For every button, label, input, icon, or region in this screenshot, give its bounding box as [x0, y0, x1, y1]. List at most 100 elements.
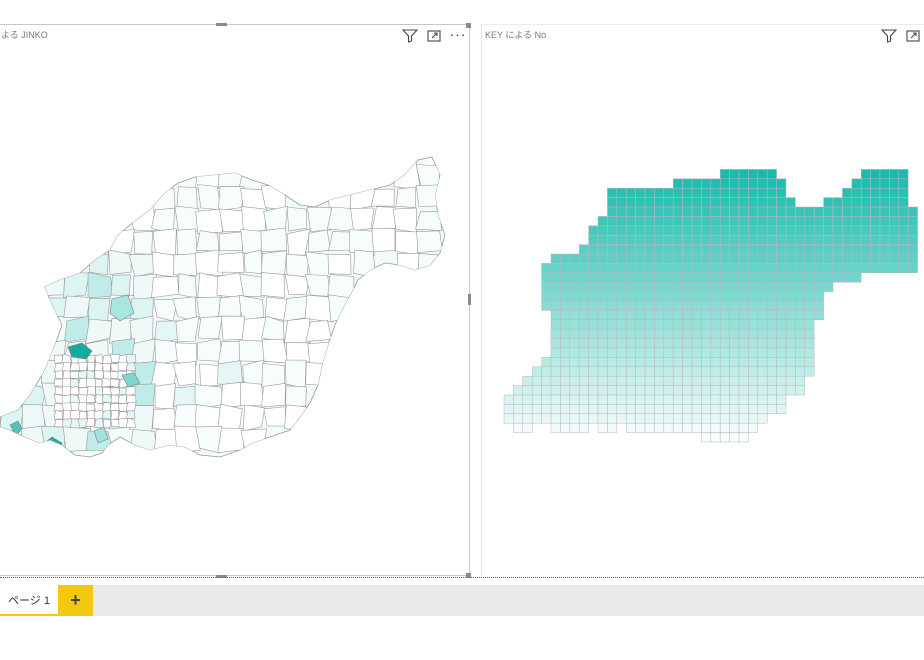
- mesh-cell: [691, 413, 702, 424]
- mesh-cell: [644, 366, 655, 377]
- mesh-cell: [719, 253, 730, 264]
- mesh-cell: [569, 422, 580, 433]
- mesh-cell: [729, 263, 740, 274]
- mesh-cell: [588, 366, 599, 377]
- mesh-cell: [851, 225, 862, 236]
- mesh-cell: [748, 244, 759, 255]
- mesh-cell: [588, 404, 599, 415]
- mesh-cell: [710, 328, 721, 339]
- mesh-cell: [616, 263, 627, 274]
- mesh-cell: [738, 291, 749, 302]
- mesh-cell: [663, 404, 674, 415]
- mesh-cell: [719, 375, 730, 386]
- mesh-cell: [701, 310, 712, 321]
- mesh-cell: [644, 375, 655, 386]
- mesh-cell: [682, 366, 693, 377]
- mesh-cell: [757, 404, 768, 415]
- mesh-cell: [682, 244, 693, 255]
- mesh-cell: [832, 197, 843, 208]
- mesh-cell: [541, 357, 552, 368]
- mesh-cell: [719, 206, 730, 217]
- mesh-cell: [907, 263, 918, 274]
- mesh-cell: [889, 187, 900, 198]
- add-page-button[interactable]: +: [58, 585, 93, 616]
- mesh-cell: [785, 281, 796, 292]
- mesh-cell: [860, 234, 871, 245]
- mesh-cell: [823, 225, 834, 236]
- mesh-cell: [550, 394, 561, 405]
- mesh-cell: [710, 234, 721, 245]
- mesh-cell: [682, 422, 693, 433]
- filled-map-visual[interactable]: よる JINKO ···: [0, 24, 470, 576]
- mesh-cell: [635, 272, 646, 283]
- mesh-cell: [635, 347, 646, 358]
- mesh-cell: [654, 187, 665, 198]
- mesh-cell: [691, 225, 702, 236]
- mesh-cell: [898, 253, 909, 264]
- page-tab-1[interactable]: ページ 1: [0, 585, 58, 616]
- mesh-cell: [719, 225, 730, 236]
- municipality-shape: [217, 427, 245, 454]
- municipality-shape: [21, 404, 46, 430]
- mesh-cell: [832, 272, 843, 283]
- mesh-cell: [560, 404, 571, 415]
- resize-handle-top[interactable]: [216, 23, 227, 26]
- mesh-cell: [672, 291, 683, 302]
- mesh-cell: [578, 413, 589, 424]
- mesh-cell: [795, 216, 806, 227]
- mesh-cell: [804, 300, 815, 311]
- mesh-cell: [804, 206, 815, 217]
- mesh-cell: [588, 319, 599, 330]
- mesh-cell: [785, 319, 796, 330]
- mesh-cell: [569, 404, 580, 415]
- mesh-cell: [616, 338, 627, 349]
- mesh-cell: [785, 253, 796, 264]
- mesh-cell: [832, 216, 843, 227]
- resize-handle-right[interactable]: [468, 294, 471, 305]
- mesh-cell: [719, 385, 730, 396]
- mesh-cell: [719, 328, 730, 339]
- municipality-shape: [110, 378, 120, 388]
- mesh-cell: [738, 413, 749, 424]
- municipality-shape: [109, 387, 121, 397]
- mesh-cell: [607, 413, 618, 424]
- mesh-cell: [578, 281, 589, 292]
- mesh-cell: [569, 328, 580, 339]
- municipality-shape: [353, 249, 377, 279]
- municipality-shape: [307, 341, 331, 365]
- mesh-cell: [738, 338, 749, 349]
- mesh-cell: [823, 263, 834, 274]
- mesh-cell: [672, 197, 683, 208]
- mesh-cell: [748, 178, 759, 189]
- mesh-cell: [701, 357, 712, 368]
- municipality-shape: [126, 418, 136, 428]
- mesh-cell: [842, 206, 853, 217]
- municipality-shape: [78, 361, 89, 371]
- mesh-cell: [607, 263, 618, 274]
- mesh-cell: [691, 244, 702, 255]
- municipality-shape: [152, 407, 179, 432]
- mesh-cell: [729, 375, 740, 386]
- mesh-cell: [541, 263, 552, 274]
- mesh-cell: [701, 404, 712, 415]
- grid-map-visual[interactable]: KEY による No: [481, 24, 924, 576]
- mesh-cell: [654, 385, 665, 396]
- mesh-cell: [757, 375, 768, 386]
- mesh-cell: [588, 225, 599, 236]
- mesh-cell: [795, 253, 806, 264]
- mesh-cell: [748, 375, 759, 386]
- mesh-cell: [701, 422, 712, 433]
- resize-handle-corner-top-right[interactable]: [466, 23, 471, 28]
- mesh-cell: [597, 216, 608, 227]
- mesh-cell: [719, 394, 730, 405]
- mesh-cell: [719, 178, 730, 189]
- mesh-cell: [795, 328, 806, 339]
- mesh-cell: [550, 328, 561, 339]
- mesh-cell: [879, 234, 890, 245]
- mesh-cell: [860, 216, 871, 227]
- municipality-shape: [173, 253, 199, 277]
- mesh-cell: [607, 216, 618, 227]
- mesh-cell: [738, 394, 749, 405]
- mesh-cell: [578, 310, 589, 321]
- municipality-shape: [197, 316, 223, 340]
